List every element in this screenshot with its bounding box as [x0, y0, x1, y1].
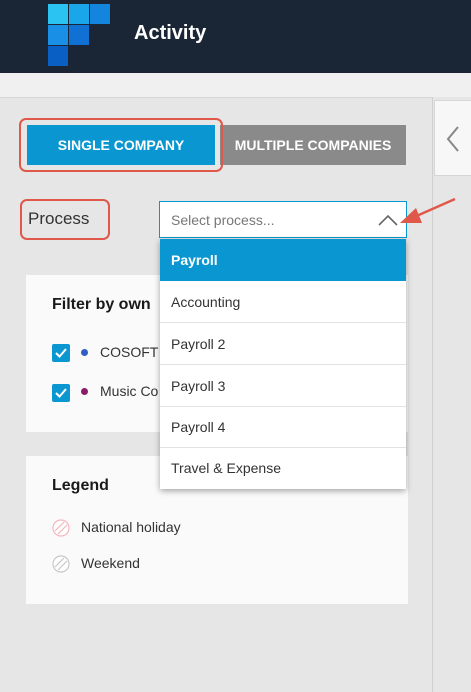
annotation-highlight-process [20, 199, 110, 240]
annotation-arrow [400, 197, 456, 223]
multiple-companies-button[interactable]: MULTIPLE COMPANIES [220, 125, 406, 165]
process-option-payroll-3[interactable]: Payroll 3 [160, 365, 406, 407]
company-color-dot [81, 349, 88, 356]
process-option-payroll-2[interactable]: Payroll 2 [160, 323, 406, 365]
side-rail [432, 97, 471, 692]
legend-title: Legend [52, 477, 109, 494]
top-bar: Activity [0, 0, 471, 73]
company-checkbox-cosoft[interactable] [52, 344, 70, 362]
national-holiday-icon [52, 519, 70, 537]
filter-title: Filter by own [52, 296, 151, 313]
process-select-placeholder: Select process... [171, 212, 275, 228]
company-label-music-co: Music Co [100, 383, 159, 399]
chevron-up-icon[interactable] [377, 213, 399, 227]
process-option-travel-expense[interactable]: Travel & Expense [160, 447, 406, 489]
process-option-payroll[interactable]: Payroll [160, 239, 406, 281]
legend-label-national-holiday: National holiday [81, 519, 181, 535]
check-icon [55, 348, 67, 358]
process-select[interactable]: Select process... [159, 201, 407, 238]
process-dropdown-list: Payroll Accounting Payroll 2 Payroll 3 P… [160, 239, 406, 489]
annotation-highlight-toggle [19, 118, 223, 172]
company-checkbox-music-co[interactable] [52, 384, 70, 402]
logo-icon[interactable] [48, 4, 110, 66]
weekend-icon [52, 555, 70, 573]
collapse-panel-button[interactable] [434, 100, 471, 176]
process-option-accounting[interactable]: Accounting [160, 281, 406, 323]
company-label-cosoft: COSOFT [100, 344, 159, 360]
check-icon [55, 388, 67, 398]
legend-label-weekend: Weekend [81, 555, 140, 571]
company-color-dot [81, 388, 88, 395]
process-option-payroll-4[interactable]: Payroll 4 [160, 406, 406, 448]
app-title: Activity [134, 22, 207, 44]
chevron-left-icon [446, 126, 459, 152]
